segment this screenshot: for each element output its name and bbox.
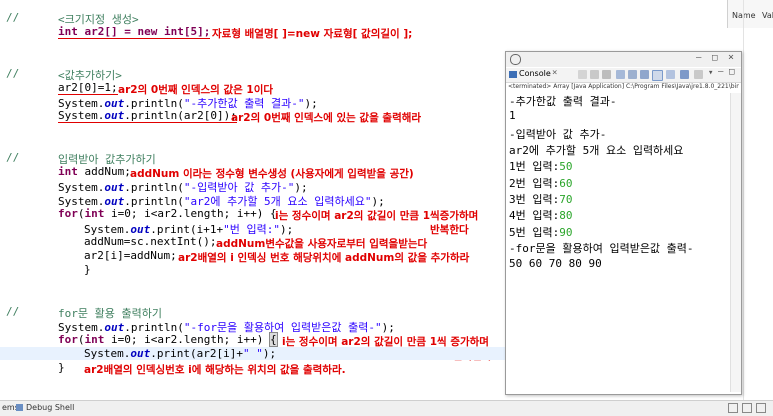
annotation-array-syntax: 자료형 배열명[ ]=new 자료형[ 값의길이 ]; xyxy=(212,28,413,40)
code-line-print-array: System.out.print(ar2[i]+" "); xyxy=(84,347,277,360)
annotation-print-index0: ar2의 0번째 인덱스에 있는 값을 출력해라 xyxy=(231,112,422,124)
console-input-value: 60 xyxy=(559,177,573,190)
code-line-assign-index0: ar2[0]=1; xyxy=(58,81,118,95)
console-toolbar: Console × ▾ — □ xyxy=(506,67,741,83)
code-line-println-ar2-0: System.out.println(ar2[0]); xyxy=(58,109,237,123)
annotation-assign-addnum: ar2배열의 i 인덱싱 번호 해당위치에 addNum의 값을 추가하라 xyxy=(178,252,470,264)
annotation-for-loop: i는 정수이며 ar2의 값길이 만큼 1씩증가하며 xyxy=(275,210,479,222)
debug-shell-tab[interactable]: Debug Shell xyxy=(26,403,74,412)
console-line: 2번 입력:60 xyxy=(509,177,573,190)
code-line-assign-addnum: ar2[i]=addNum; xyxy=(84,249,177,262)
console-launch-info: <terminated> Array [Java Application] C:… xyxy=(508,83,739,90)
console-line: -추가한값 출력 결과- xyxy=(509,95,617,108)
code-line-declare-addnum: int addNum; xyxy=(58,165,131,178)
close-icon[interactable]: × xyxy=(728,52,734,63)
minimize-view-icon[interactable]: — xyxy=(718,67,723,77)
console-window-titlebar[interactable]: — □ × xyxy=(506,52,741,67)
code-line-array-declaration: int ar2[] = new int[5]; xyxy=(58,25,211,39)
console-input-value: 80 xyxy=(559,209,573,222)
code-line-close-brace: } xyxy=(84,263,91,276)
comment-marker: // xyxy=(6,11,20,24)
comment-marker: // xyxy=(6,67,20,80)
console-line: 4번 입력:80 xyxy=(509,209,573,222)
annotation-nextint: addNum변수값을 사용자로부터 입력을받는다 xyxy=(216,238,428,250)
console-line: 1번 입력:50 xyxy=(509,160,573,173)
maximize-panel-icon[interactable] xyxy=(756,403,766,413)
console-line: 5번 입력:90 xyxy=(509,226,573,239)
close-tab-icon[interactable]: × xyxy=(552,68,557,78)
console-input-value: 50 xyxy=(559,160,573,173)
pin-console-icon[interactable] xyxy=(666,70,675,79)
view-menu-icon[interactable]: ▾ xyxy=(708,68,713,78)
code-line-nextint: addNum=sc.nextInt(); xyxy=(84,235,217,248)
console-line: -for문을 활용하여 입력받은값 출력- xyxy=(509,242,694,255)
code-line-for-loop-print: for(int i=0; i<ar2.length; i++) { xyxy=(58,332,278,347)
code-line-for-loop: for(int i=0; i<ar2.length; i++) { xyxy=(58,207,277,220)
display-console-icon[interactable] xyxy=(680,70,689,79)
console-view-icon xyxy=(509,71,517,78)
annotation-print-array: ar2배열의 인덱싱번호 i에 해당하는 위치의 값을 출력하라. xyxy=(84,364,346,376)
terminate-icon[interactable] xyxy=(578,70,587,79)
minimize-icon[interactable]: — xyxy=(696,53,701,63)
app-icon xyxy=(510,54,521,65)
code-line-close-brace: } xyxy=(58,361,65,374)
console-scrollbar[interactable] xyxy=(730,93,741,392)
word-wrap-icon[interactable] xyxy=(640,70,649,79)
console-line: 3번 입력:70 xyxy=(509,193,573,206)
open-console-icon[interactable] xyxy=(694,70,703,79)
console-window[interactable]: — □ × Console × ▾ — □ <terminated> Array… xyxy=(505,51,742,395)
console-input-value: 90 xyxy=(559,226,573,239)
minimize-panel-icon[interactable] xyxy=(742,403,752,413)
console-line: 1 xyxy=(509,109,516,122)
clear-console-icon[interactable] xyxy=(616,70,625,79)
show-on-output-icon[interactable] xyxy=(652,70,663,81)
debug-shell-icon xyxy=(16,404,23,411)
scroll-lock-icon[interactable] xyxy=(628,70,637,79)
annotation-for-loop-repeat: 반복한다 xyxy=(430,224,469,236)
comment-marker: // xyxy=(6,151,20,164)
maximize-icon[interactable]: □ xyxy=(712,53,717,63)
console-input-value: 70 xyxy=(559,193,573,206)
comment-marker: // xyxy=(6,305,20,318)
maximize-view-icon[interactable]: □ xyxy=(729,67,734,77)
variables-panel-divider xyxy=(743,0,773,400)
console-line: ar2에 추가할 5개 요소 입력하세요 xyxy=(509,144,684,157)
restore-icon[interactable] xyxy=(728,403,738,413)
bottom-tab-bar: ems Debug Shell xyxy=(0,400,773,416)
remove-launch-icon[interactable] xyxy=(590,70,599,79)
console-tab[interactable]: Console xyxy=(519,69,551,78)
remove-all-icon[interactable] xyxy=(602,70,611,79)
console-line: 50 60 70 80 90 xyxy=(509,257,602,270)
console-line: -입력받아 값 추가- xyxy=(509,128,607,141)
